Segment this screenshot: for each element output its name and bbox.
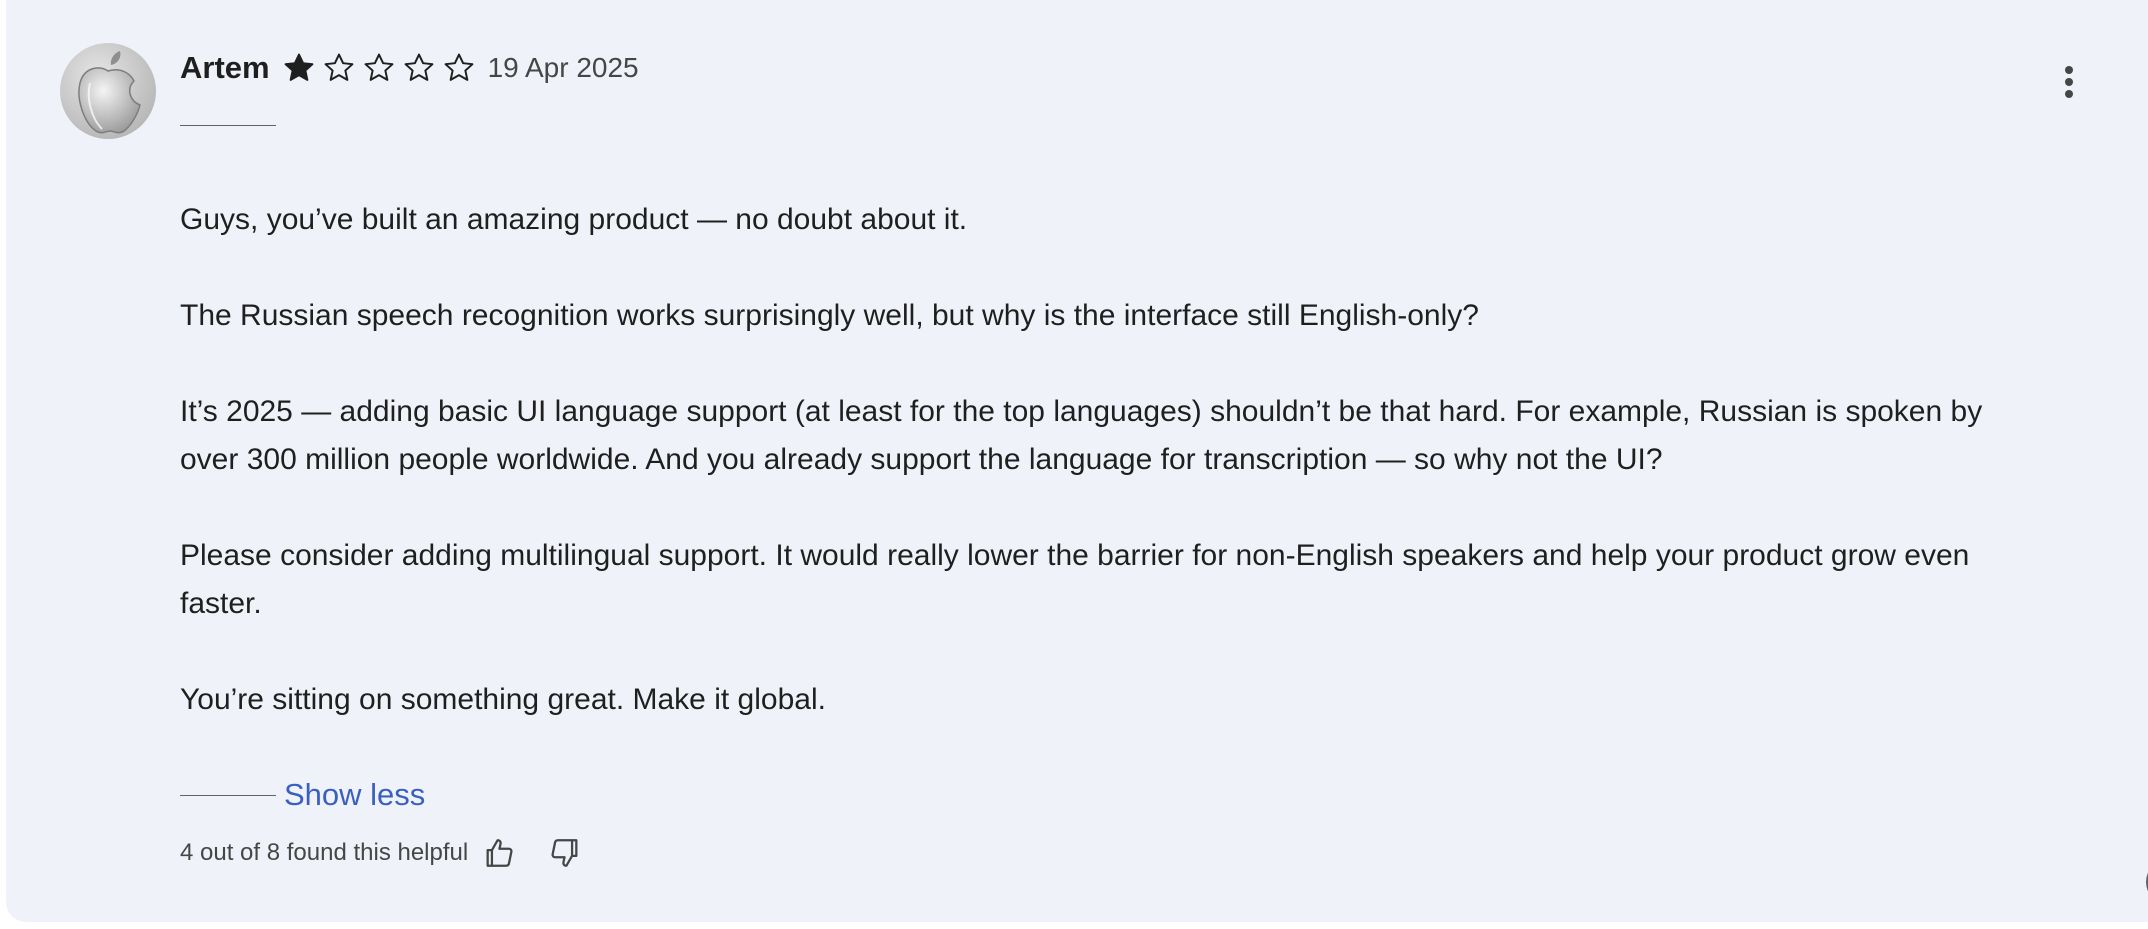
avatar (60, 43, 156, 139)
divider (180, 794, 276, 796)
review-body: Guys, you’ve built an amazing product — … (180, 196, 2020, 724)
star-filled-icon (282, 51, 316, 85)
show-less-row: Show less (180, 775, 425, 815)
star-outline-icon (322, 51, 356, 85)
divider (180, 125, 276, 126)
apple-logo-icon (78, 51, 141, 134)
author-name: Artem (180, 50, 270, 85)
more-vert-icon[interactable] (2056, 60, 2084, 104)
thumb-up-icon[interactable] (482, 836, 516, 870)
show-less-link[interactable]: Show less (284, 777, 425, 813)
review-paragraph: You’re sitting on something great. Make … (180, 683, 826, 716)
review-card: Artem 19 Apr 2025 Guys, you’ve built an … (6, 0, 2148, 922)
review-header: Artem 19 Apr 2025 (180, 48, 639, 88)
review-paragraph: Guys, you’ve built an amazing product — … (180, 203, 968, 236)
review-paragraph: Please consider adding multilingual supp… (180, 539, 1970, 620)
star-outline-icon (362, 51, 396, 85)
star-outline-icon (442, 51, 476, 85)
review-paragraph: It’s 2025 — adding basic UI language sup… (180, 395, 1983, 476)
star-rating (282, 51, 482, 85)
star-outline-icon (402, 51, 436, 85)
review-paragraph: The Russian speech recognition works sur… (180, 299, 1479, 332)
review-date: 19 Apr 2025 (487, 52, 639, 83)
thumb-down-icon[interactable] (548, 836, 582, 870)
helpful-count-text: 4 out of 8 found this helpful (180, 839, 469, 866)
helpful-row: 4 out of 8 found this helpful (180, 835, 614, 871)
